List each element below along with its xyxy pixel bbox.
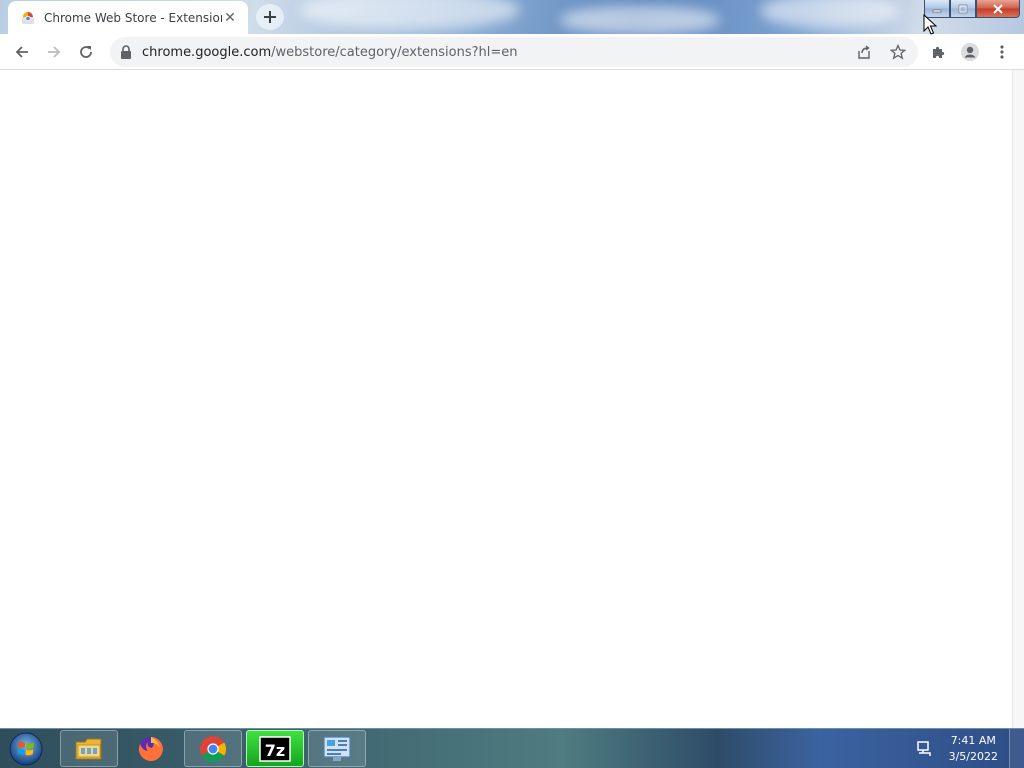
- chrome-icon: [200, 735, 227, 762]
- control-panel-icon: [323, 735, 351, 761]
- mouse-cursor-icon: [923, 14, 937, 35]
- 7zip-icon: 7z: [259, 735, 291, 762]
- url-text: chrome.google.com/webstore/category/exte…: [142, 45, 518, 60]
- reload-button[interactable]: [70, 36, 102, 68]
- url-path: /webstore/category/extensions?hl=en: [271, 44, 518, 60]
- account-icon: [961, 43, 979, 61]
- page-scrollbar[interactable]: [1012, 70, 1024, 728]
- start-button[interactable]: [4, 730, 48, 768]
- tab-close-icon[interactable]: ✕: [222, 10, 238, 26]
- folder-icon: [75, 738, 102, 759]
- close-window-button[interactable]: [976, 0, 1020, 18]
- url-host: chrome.google.com: [142, 44, 272, 60]
- puzzle-icon: [933, 46, 945, 58]
- kebab-menu-icon: [1000, 45, 1004, 59]
- close-icon: [993, 3, 1003, 14]
- window-controls: [924, 0, 1020, 20]
- profile-button[interactable]: [954, 36, 986, 68]
- firefox-icon: [138, 736, 163, 761]
- new-tab-button[interactable]: [256, 4, 284, 30]
- tab-title: Chrome Web Store - Extensions: [44, 10, 222, 25]
- browser-toolbar: chrome.google.com/webstore/category/exte…: [0, 34, 1024, 70]
- browser-menu-button[interactable]: [986, 36, 1018, 68]
- reload-icon: [80, 46, 92, 58]
- lock-icon: [121, 45, 131, 59]
- taskbar-chrome[interactable]: [184, 730, 242, 767]
- maximize-button[interactable]: [950, 0, 976, 18]
- show-desktop-button[interactable]: [1009, 729, 1024, 768]
- browser-tab-active[interactable]: Chrome Web Store - Extensions ✕: [8, 1, 248, 34]
- arrow-left-icon: [15, 46, 28, 58]
- browser-titlebar: Chrome Web Store - Extensions ✕: [0, 0, 1024, 34]
- share-icon[interactable]: [856, 44, 872, 60]
- clock-date: 3/5/2022: [948, 750, 998, 763]
- forward-button[interactable]: [38, 36, 70, 68]
- taskbar-control-panel[interactable]: [308, 730, 366, 767]
- plus-icon: [264, 11, 276, 23]
- taskbar-firefox[interactable]: [122, 730, 180, 767]
- windows-start-icon: [9, 732, 43, 766]
- 7zip-label: 7z: [265, 741, 285, 760]
- address-bar[interactable]: chrome.google.com/webstore/category/exte…: [110, 37, 918, 67]
- network-icon[interactable]: [916, 740, 934, 758]
- taskbar-file-explorer[interactable]: [60, 730, 118, 767]
- arrow-right-icon: [48, 46, 61, 58]
- web-page-content: [0, 70, 1012, 728]
- minimize-icon: [932, 9, 942, 12]
- back-button[interactable]: [6, 36, 38, 68]
- extensions-button[interactable]: [922, 36, 954, 68]
- chrome-web-store-icon: [22, 11, 34, 24]
- maximize-icon: [958, 4, 968, 13]
- taskbar-7zip[interactable]: 7z: [246, 730, 304, 767]
- system-clock[interactable]: 7:41 AM 3/5/2022: [949, 733, 998, 765]
- star-icon[interactable]: [890, 44, 906, 60]
- windows-taskbar: 7z 7:41 AM 3/5/2022: [0, 728, 1024, 768]
- clock-time: 7:41 AM: [950, 734, 996, 747]
